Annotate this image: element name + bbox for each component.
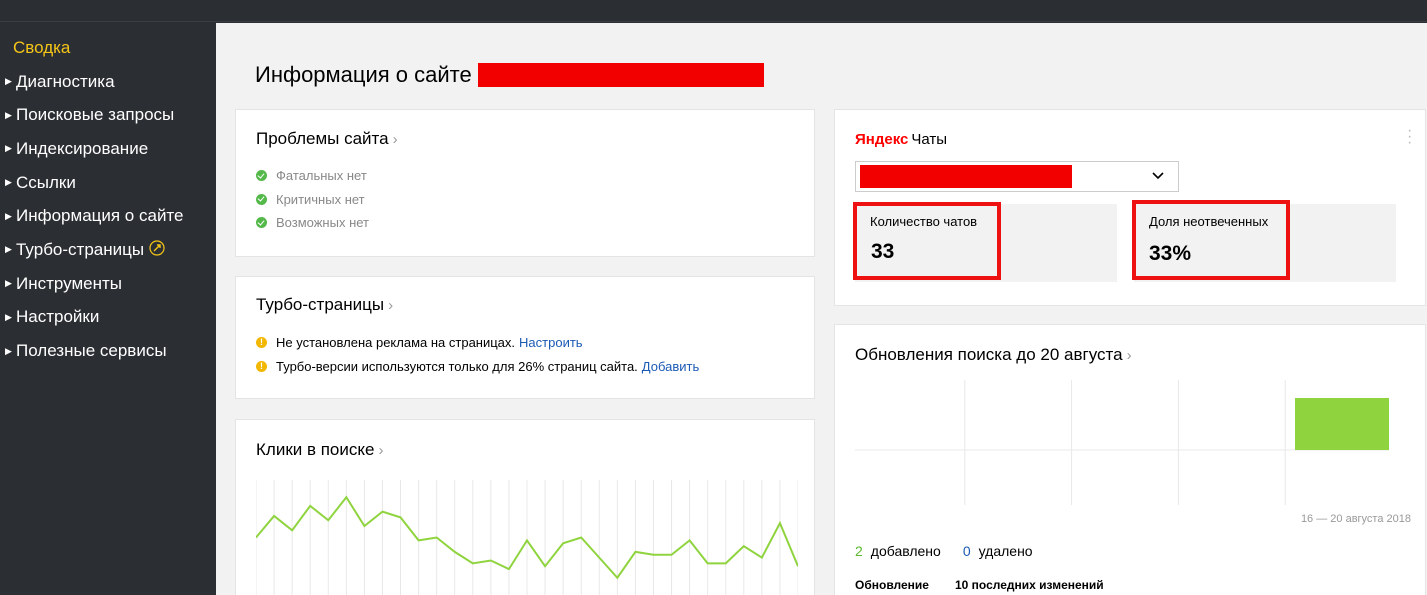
sidebar-item-label: Информация о сайте — [16, 206, 184, 226]
triangle-right-icon: ▶ — [5, 109, 12, 120]
triangle-right-icon: ▶ — [5, 345, 12, 356]
chevron-right-icon: › — [1126, 347, 1132, 364]
main-content: Информация о сайте Проблемы сайта › Фатал… — [216, 23, 1427, 595]
updates-table-header: Обновление 10 последних изменений — [855, 578, 1104, 592]
chevron-right-icon: › — [378, 442, 384, 459]
triangle-right-icon: ▶ — [5, 76, 12, 87]
problem-status-text: Возможных нет — [276, 215, 369, 231]
sidebar-item-label: Индексирование — [16, 138, 149, 158]
sidebar-item-links[interactable]: ▶ Ссылки — [0, 166, 216, 200]
triangle-right-icon: ▶ — [5, 311, 12, 322]
yandex-chats-logo: Яндекс Чаты — [855, 131, 947, 149]
turbo-warnings-list: ! Не установлена реклама на страницах. Н… — [256, 330, 699, 378]
list-item: Критичных нет — [256, 188, 369, 212]
site-problems-title-text: Проблемы сайта — [256, 129, 389, 148]
sidebar-nav: Сводка ▶ Диагностика ▶ Поисковые запросы… — [0, 23, 216, 595]
sidebar-item-indexing[interactable]: ▶ Индексирование — [0, 132, 216, 166]
warning-text: Турбо-версии используются только для 26%… — [276, 358, 638, 374]
search-updates-chart — [855, 380, 1389, 505]
warning-icon: ! — [256, 360, 267, 372]
removed-count: 0 — [962, 543, 971, 559]
logo-chats-text: Чаты — [911, 131, 948, 148]
search-updates-card: Обновления поиска до 20 августа › 16 — 20… — [834, 324, 1426, 595]
warning-text: Не установлена реклама на страницах. — [276, 334, 516, 350]
add-turbo-link[interactable]: Добавить — [642, 359, 699, 374]
warning-icon: ! — [256, 336, 267, 348]
search-updates-title[interactable]: Обновления поиска до 20 августа › — [855, 345, 1132, 365]
turbo-pages-title[interactable]: Турбо-страницы › — [256, 295, 393, 315]
turbo-pages-card: Турбо-страницы › ! Не установлена реклама… — [235, 276, 815, 399]
list-item: Возможных нет — [256, 211, 369, 235]
chat-select-dropdown[interactable] — [855, 161, 1179, 192]
sidebar-item-diagnostics[interactable]: ▶ Диагностика — [0, 65, 216, 99]
highlight-box — [853, 202, 1001, 280]
search-clicks-card: Клики в поиске › — [235, 419, 815, 595]
problem-status-text: Критичных нет — [276, 191, 365, 207]
check-circle-icon — [256, 193, 267, 205]
removed-label: удалено — [978, 543, 1033, 559]
triangle-right-icon: ▶ — [5, 143, 12, 154]
redacted-select-value — [860, 165, 1072, 188]
site-problems-title[interactable]: Проблемы сайта › — [256, 129, 398, 149]
added-label: добавлено — [870, 543, 941, 559]
problems-list: Фатальных нет Критичных нет Возможных не… — [256, 164, 369, 235]
check-circle-icon — [256, 170, 267, 182]
triangle-right-icon: ▶ — [5, 278, 12, 289]
sidebar-item-label: Турбо-страницы — [16, 239, 145, 259]
sidebar-item-label: Полезные сервисы — [16, 341, 167, 361]
chevron-right-icon: › — [388, 297, 394, 314]
sidebar-item-tools[interactable]: ▶ Инструменты — [0, 267, 216, 301]
sidebar-item-useful-services[interactable]: ▶ Полезные сервисы — [0, 334, 216, 368]
setup-ads-link[interactable]: Настроить — [519, 335, 583, 350]
more-menu-icon[interactable]: · · · — [1407, 123, 1412, 151]
page-title: Информация о сайте — [255, 62, 764, 88]
rocket-icon — [149, 240, 165, 259]
page-title-text: Информация о сайте — [255, 62, 472, 87]
chevron-right-icon: › — [392, 131, 398, 148]
problem-status-text: Фатальных нет — [276, 168, 367, 184]
sidebar-item-label: Поисковые запросы — [16, 105, 175, 125]
site-problems-card: Проблемы сайта › Фатальных нет Критичных … — [235, 109, 815, 257]
sidebar-item-settings[interactable]: ▶ Настройки — [0, 301, 216, 335]
search-clicks-title[interactable]: Клики в поиске › — [256, 440, 383, 460]
chevron-down-icon — [1152, 169, 1164, 183]
triangle-right-icon: ▶ — [5, 177, 12, 188]
sidebar-item-label: Настройки — [16, 307, 100, 327]
top-bar — [0, 0, 1427, 22]
column-header: Обновление — [855, 578, 929, 592]
redacted-site-name — [477, 63, 764, 87]
updates-bar — [1295, 398, 1389, 450]
list-item: Фатальных нет — [256, 164, 369, 188]
triangle-right-icon: ▶ — [5, 244, 12, 255]
added-count: 2 — [855, 543, 863, 559]
logo-yandex-text: Яндекс — [855, 131, 909, 148]
date-range-label: 16 — 20 августа 2018 — [1300, 513, 1411, 525]
sidebar-item-summary[interactable]: Сводка — [0, 31, 216, 65]
search-updates-title-text: Обновления поиска до 20 августа — [855, 345, 1123, 364]
list-item: ! Турбо-версии используются только для 2… — [256, 354, 699, 378]
sidebar-item-label: Сводка — [13, 37, 71, 57]
updates-summary: 2 добавлено 0 удалено — [855, 543, 1033, 559]
turbo-pages-title-text: Турбо-страницы — [256, 295, 385, 314]
list-item: ! Не установлена реклама на страницах. Н… — [256, 330, 699, 354]
sidebar-item-turbo[interactable]: ▶ Турбо-страницы — [0, 233, 216, 267]
search-clicks-chart — [256, 480, 798, 595]
triangle-right-icon: ▶ — [5, 210, 12, 221]
sidebar-item-label: Диагностика — [16, 71, 115, 91]
column-header: 10 последних изменений — [954, 578, 1104, 592]
sidebar-item-search-queries[interactable]: ▶ Поисковые запросы — [0, 98, 216, 132]
sidebar-item-label: Ссылки — [16, 172, 76, 192]
sidebar-item-site-info[interactable]: ▶ Информация о сайте — [0, 199, 216, 233]
yandex-chats-card: Яндекс Чаты · · · Количество чатов 33 Доля … — [834, 109, 1426, 306]
check-circle-icon — [256, 217, 267, 229]
search-clicks-title-text: Клики в поиске — [256, 440, 375, 459]
sidebar-item-label: Инструменты — [16, 273, 123, 293]
highlight-box — [1132, 200, 1290, 280]
